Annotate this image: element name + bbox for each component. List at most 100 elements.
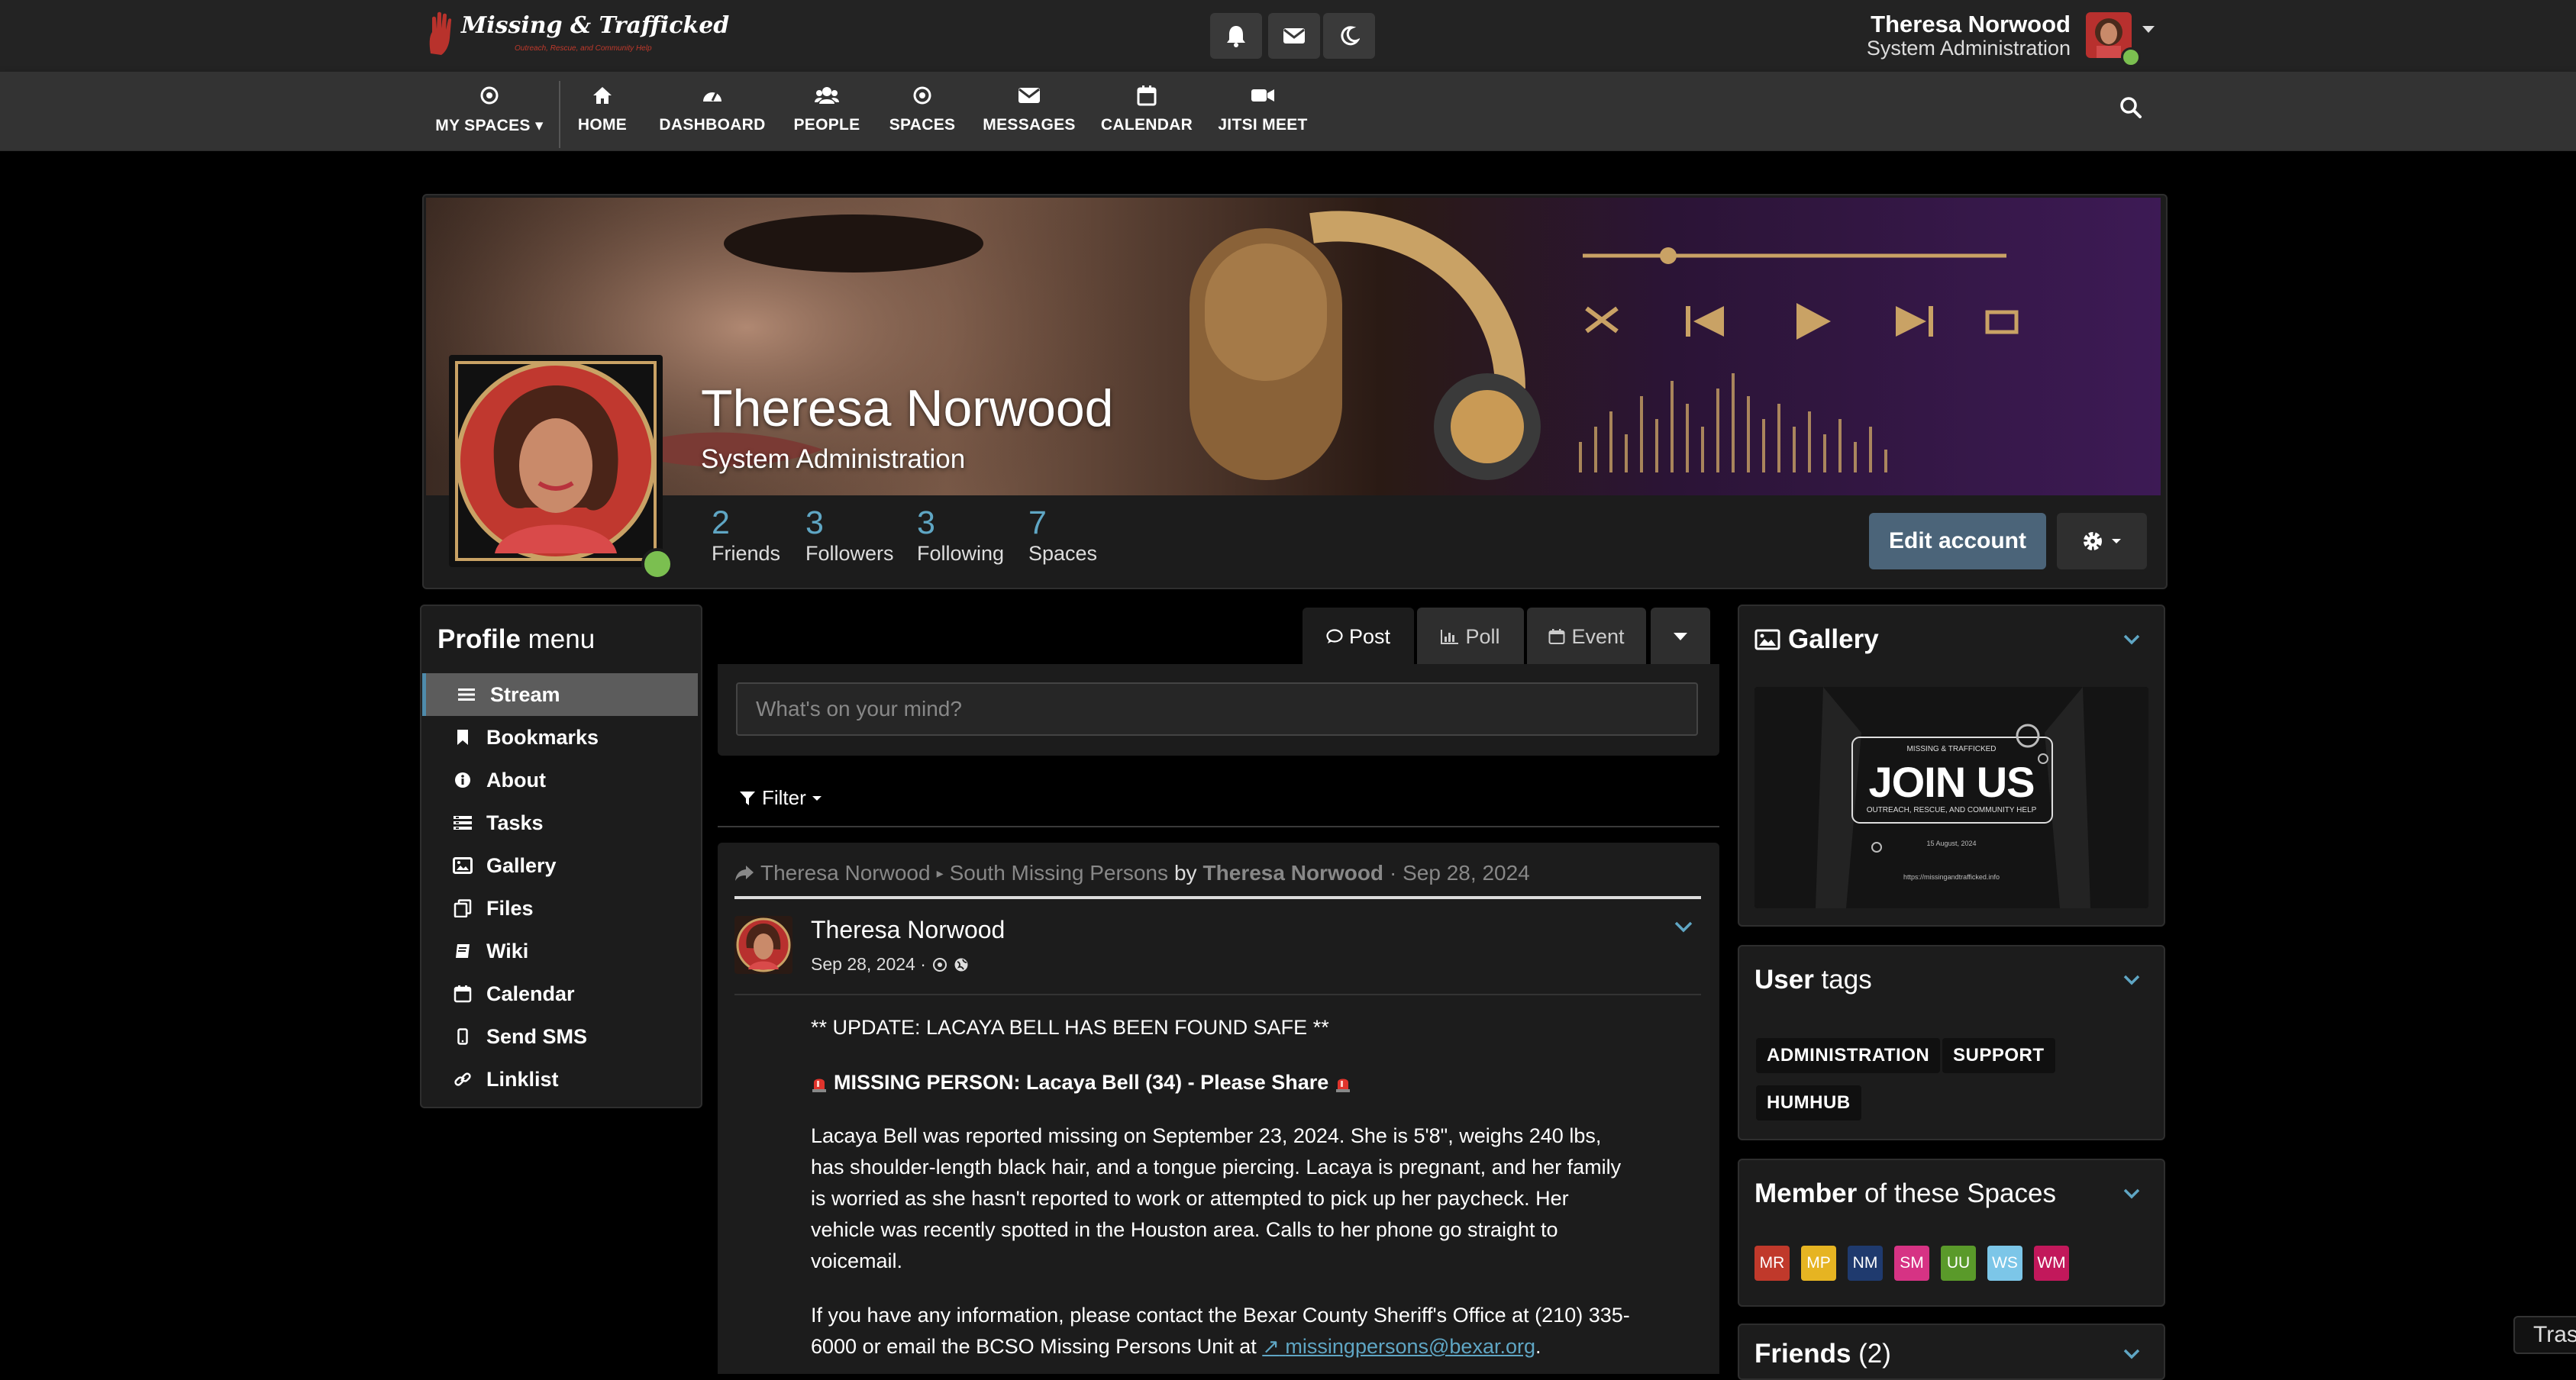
post-author-name[interactable]: Theresa Norwood bbox=[811, 916, 1005, 944]
space-badge[interactable]: WM bbox=[2034, 1246, 2069, 1281]
tab-poll[interactable]: Poll bbox=[1417, 608, 1524, 666]
moon-icon bbox=[1341, 26, 1360, 46]
gallery-panel-title: Gallery bbox=[1754, 624, 1879, 655]
bars-icon bbox=[458, 688, 475, 701]
stat-spaces[interactable]: 7 Spaces bbox=[1028, 505, 1097, 566]
stat-following[interactable]: 3 Following bbox=[917, 505, 1004, 566]
space-badge[interactable]: MR bbox=[1754, 1246, 1790, 1281]
post-input[interactable]: What's on your mind? bbox=[736, 682, 1698, 736]
nav-messages[interactable]: MESSAGES bbox=[983, 82, 1075, 142]
tab-more-dropdown[interactable] bbox=[1651, 608, 1710, 666]
stat-label: Friends bbox=[712, 542, 781, 565]
filter-label: Filter bbox=[762, 786, 806, 809]
nav-home[interactable]: HOME bbox=[571, 82, 634, 142]
image-icon bbox=[1754, 629, 1780, 650]
menu-item-bookmarks[interactable]: Bookmarks bbox=[422, 716, 698, 759]
tab-event[interactable]: Event bbox=[1527, 608, 1646, 666]
profile-menu-title: Profile menu bbox=[437, 624, 595, 655]
edit-account-button[interactable]: Edit account bbox=[1869, 513, 2046, 569]
stat-label: Followers bbox=[805, 542, 894, 565]
profile-settings-button[interactable] bbox=[2057, 513, 2147, 569]
user-tags-title: User tags bbox=[1754, 965, 1872, 995]
gallery-thumbnail[interactable]: MISSING & TRAFFICKED JOIN US OUTREACH, R… bbox=[1754, 687, 2148, 908]
tab-label: Event bbox=[1571, 624, 1625, 648]
user-tags-collapse-button[interactable] bbox=[2122, 974, 2141, 990]
user-tag[interactable]: ADMINISTRATION bbox=[1756, 1038, 1941, 1073]
menu-item-stream[interactable]: Stream bbox=[422, 673, 698, 716]
menu-item-files[interactable]: Files bbox=[422, 887, 698, 930]
menu-item-wiki[interactable]: Wiki bbox=[422, 930, 698, 972]
space-badge[interactable]: WS bbox=[1987, 1246, 2022, 1281]
banner-image bbox=[426, 198, 2161, 495]
trash-tab[interactable]: Trash bbox=[2513, 1316, 2576, 1354]
space-badge[interactable]: NM bbox=[1848, 1246, 1883, 1281]
dark-mode-toggle[interactable] bbox=[1323, 13, 1375, 59]
menu-item-gallery[interactable]: Gallery bbox=[422, 844, 698, 887]
user-name[interactable]: Theresa Norwood bbox=[1817, 11, 2071, 38]
divider bbox=[734, 896, 1701, 899]
caret-down-icon bbox=[2112, 539, 2121, 543]
dot-circle-icon bbox=[913, 86, 931, 105]
title-strong: Profile bbox=[437, 624, 521, 654]
nav-people[interactable]: PEOPLE bbox=[794, 82, 860, 142]
email-link-text: missingpersons@bexar.org bbox=[1285, 1335, 1535, 1358]
space-badge[interactable]: SM bbox=[1894, 1246, 1929, 1281]
menu-item-label: Wiki bbox=[486, 939, 529, 962]
context-author-link[interactable]: Theresa Norwood bbox=[760, 861, 931, 885]
nav-label: MESSAGES bbox=[983, 116, 1076, 134]
filter-icon bbox=[740, 791, 755, 805]
user-tag[interactable]: SUPPORT bbox=[1942, 1038, 2055, 1073]
avatar-photo bbox=[734, 916, 792, 974]
gear-icon bbox=[2084, 532, 2102, 550]
menu-item-tasks[interactable]: Tasks bbox=[422, 801, 698, 844]
member-spaces-collapse-button[interactable] bbox=[2122, 1188, 2141, 1204]
profile-banner[interactable] bbox=[426, 198, 2161, 495]
member-title-rest: of these Spaces bbox=[1857, 1178, 2056, 1208]
menu-item-linklist[interactable]: Linklist bbox=[422, 1058, 698, 1101]
menu-item-calendar[interactable]: Calendar bbox=[422, 972, 698, 1015]
nav-label: HOME bbox=[577, 116, 628, 134]
messages-button[interactable] bbox=[1268, 13, 1320, 59]
space-badge[interactable]: MP bbox=[1801, 1246, 1836, 1281]
profile-photo[interactable] bbox=[449, 355, 663, 567]
context-space-link[interactable]: South Missing Persons bbox=[950, 861, 1168, 885]
post-date[interactable]: Sep 28, 2024 · bbox=[811, 954, 926, 975]
context-by-author-link[interactable]: Theresa Norwood bbox=[1203, 861, 1383, 885]
user-menu-caret-icon[interactable] bbox=[2142, 26, 2155, 33]
email-link[interactable]: ↗ missingpersons@bexar.org bbox=[1262, 1335, 1535, 1358]
calendar-icon bbox=[1548, 629, 1565, 644]
bookmark-icon bbox=[457, 730, 468, 745]
divider bbox=[734, 994, 1701, 995]
stream-filter-button[interactable]: Filter bbox=[739, 786, 822, 810]
user-tag[interactable]: HUMHUB bbox=[1756, 1085, 1861, 1120]
nav-jitsi-meet[interactable]: JITSI MEET bbox=[1218, 82, 1307, 142]
nav-label: MY SPACES bbox=[435, 117, 531, 134]
envelope-icon bbox=[1283, 28, 1305, 44]
space-badge[interactable]: UU bbox=[1941, 1246, 1976, 1281]
image-icon bbox=[453, 857, 473, 874]
post-headline-text: MISSING PERSON: Lacaya Bell (34) - Pleas… bbox=[834, 1071, 1329, 1094]
notifications-button[interactable] bbox=[1210, 13, 1262, 59]
logo-text: Missing & Trafficked bbox=[461, 12, 730, 39]
gallery-collapse-button[interactable] bbox=[2122, 634, 2141, 650]
stat-friends[interactable]: 2 Friends bbox=[712, 505, 780, 566]
menu-item-send-sms[interactable]: Send SMS bbox=[422, 1015, 698, 1058]
nav-dashboard[interactable]: DASHBOARD bbox=[659, 82, 765, 142]
nav-label: SPACES bbox=[889, 116, 956, 134]
nav-calendar[interactable]: CALENDAR bbox=[1101, 82, 1193, 142]
nav-spaces[interactable]: SPACES bbox=[889, 82, 956, 142]
site-logo[interactable]: Missing & Trafficked Outreach, Rescue, a… bbox=[424, 6, 729, 61]
chevron-down-icon bbox=[2123, 1349, 2140, 1359]
tab-post[interactable]: Post bbox=[1303, 608, 1414, 666]
stat-followers[interactable]: 3 Followers bbox=[805, 505, 894, 566]
post-author-avatar[interactable] bbox=[734, 916, 792, 974]
stat-value: 7 bbox=[1028, 505, 1047, 541]
nav-my-spaces[interactable]: MY SPACES ▾ bbox=[435, 82, 543, 142]
menu-item-label: Send SMS bbox=[486, 1024, 588, 1048]
bell-icon bbox=[1227, 26, 1245, 47]
post-menu-button[interactable] bbox=[1674, 921, 1693, 937]
poster-top-text: MISSING & TRAFFICKED bbox=[1906, 745, 1997, 753]
search-button[interactable] bbox=[2119, 96, 2147, 124]
friends-collapse-button[interactable] bbox=[2122, 1348, 2141, 1364]
menu-item-about[interactable]: About bbox=[422, 759, 698, 801]
